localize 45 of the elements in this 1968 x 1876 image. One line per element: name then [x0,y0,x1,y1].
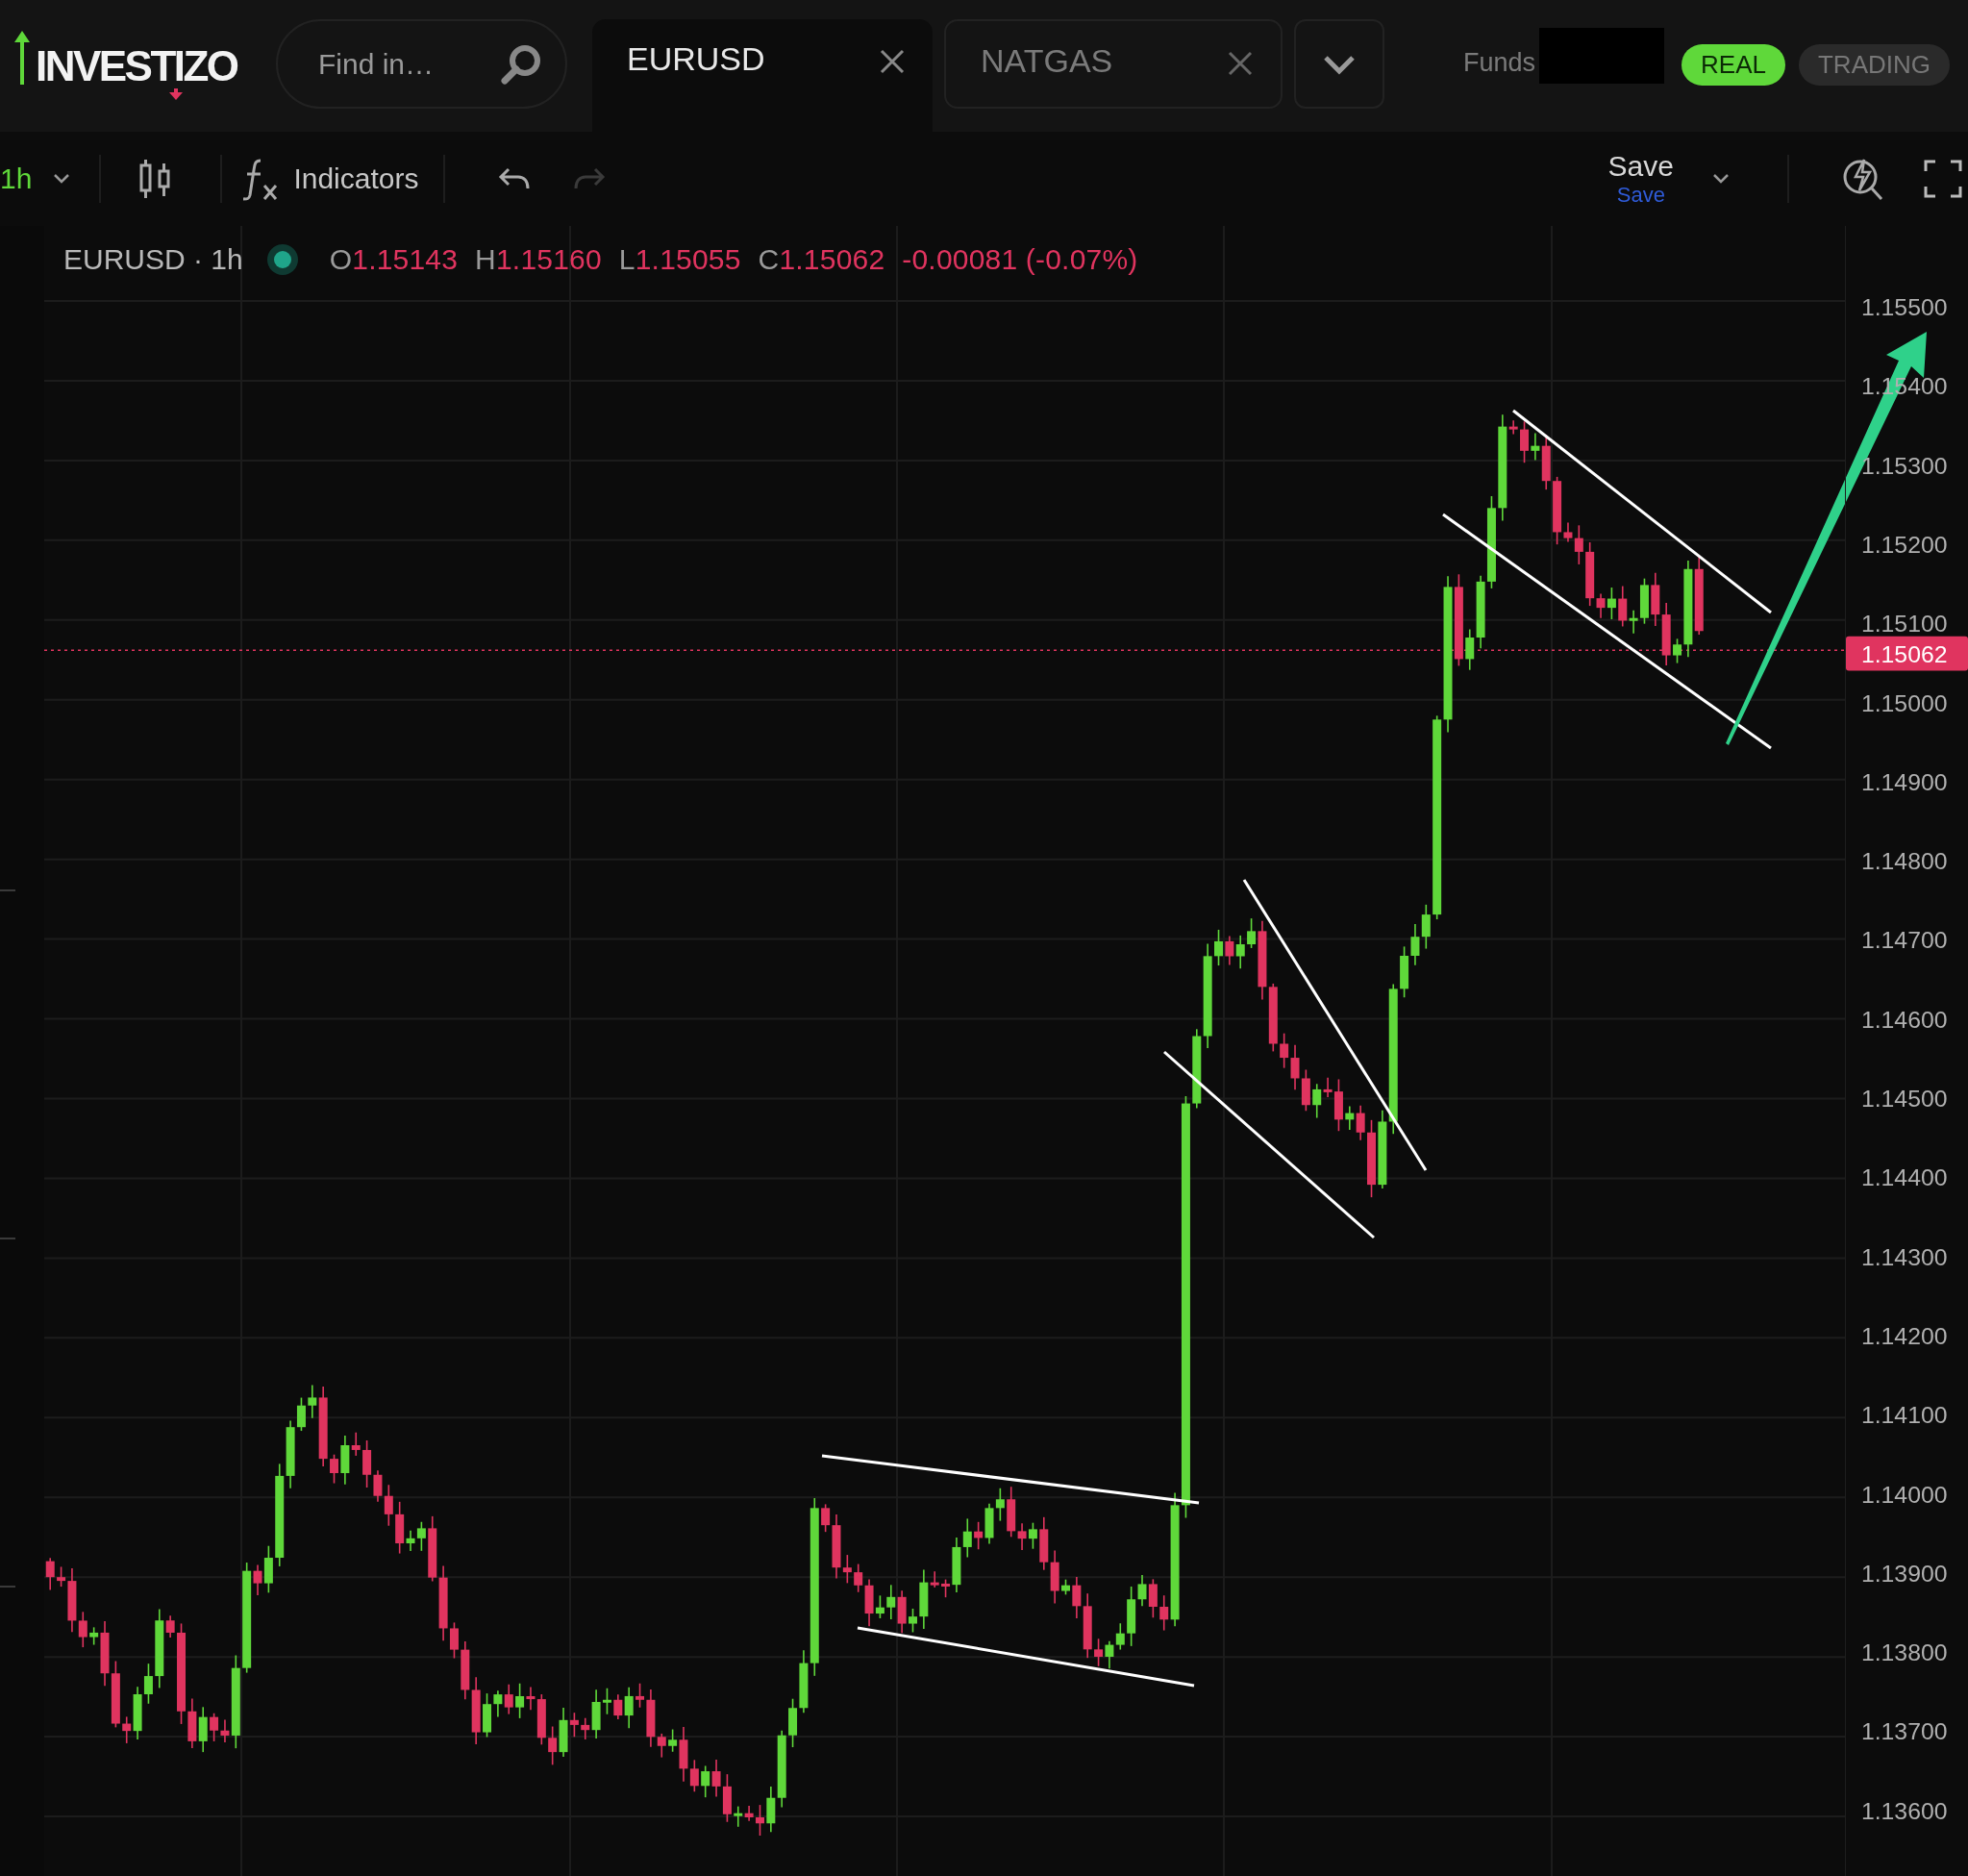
price-axis-label: 1.14900 [1860,768,1948,795]
search-field[interactable]: Find in… [276,19,567,109]
ohlc-value: H1.15160 [475,243,602,276]
close-icon[interactable] [1227,50,1254,77]
search-icon[interactable] [500,42,542,86]
symbol-tab[interactable]: EURUSD [592,19,933,132]
ohlc-value: C1.15062 [758,243,885,276]
search-input[interactable]: Find in… [316,46,490,82]
price-axis-label: 1.13700 [1860,1718,1948,1745]
ohlc-value: O1.15143 [329,243,459,276]
price-axis-label: 1.14000 [1860,1481,1948,1508]
price-axis-label: 1.13900 [1860,1560,1948,1587]
price-axis-label: 1.14300 [1860,1243,1948,1270]
chart-title: EURUSD · 1h [63,243,243,276]
current-price-tag: 1.15062 [1846,636,1968,671]
price-axis-label: 1.15500 [1860,294,1948,320]
price-axis-label: 1.14700 [1860,927,1948,954]
account-mode-toggle[interactable]: REAL [1682,44,1785,86]
fullscreen-icon[interactable] [1924,160,1962,198]
chevron-down-icon [1323,53,1356,75]
save-button[interactable]: Save Save [1607,152,1674,206]
candles-icon[interactable] [137,158,173,200]
price-axis-label: 1.13800 [1860,1639,1948,1666]
tabs-dropdown-button[interactable] [1294,19,1384,109]
interval-selector[interactable]: 1h [0,163,33,195]
price-axis-label: 1.15300 [1860,452,1948,479]
close-icon[interactable] [879,48,906,75]
indicators-button[interactable]: Indicators [241,157,419,201]
price-axis-label: 1.14100 [1860,1402,1948,1429]
symbol-tab[interactable]: NATGAS [944,19,1283,109]
logo[interactable]: INVESTIZO [12,23,243,100]
price-axis-label: 1.15200 [1860,531,1948,558]
chevron-down-icon[interactable] [1712,173,1730,185]
ohlc-value: L1.15055 [618,243,741,276]
price-axis-label: 1.14200 [1860,1322,1948,1349]
price-change: -0.00081 (-0.07%) [902,243,1138,276]
price-axis-label: 1.15000 [1860,689,1948,716]
funds-label: Funds [1463,48,1536,78]
price-axis-label: 1.14800 [1860,848,1948,875]
chevron-down-icon[interactable] [53,173,71,185]
price-axis-label: 1.13600 [1860,1797,1948,1824]
price-axis-label: 1.15100 [1860,611,1948,638]
price-axis-label: 1.14600 [1860,1006,1948,1033]
price-axis-label: 1.14400 [1860,1164,1948,1191]
price-axis-label: 1.14500 [1860,1086,1948,1113]
